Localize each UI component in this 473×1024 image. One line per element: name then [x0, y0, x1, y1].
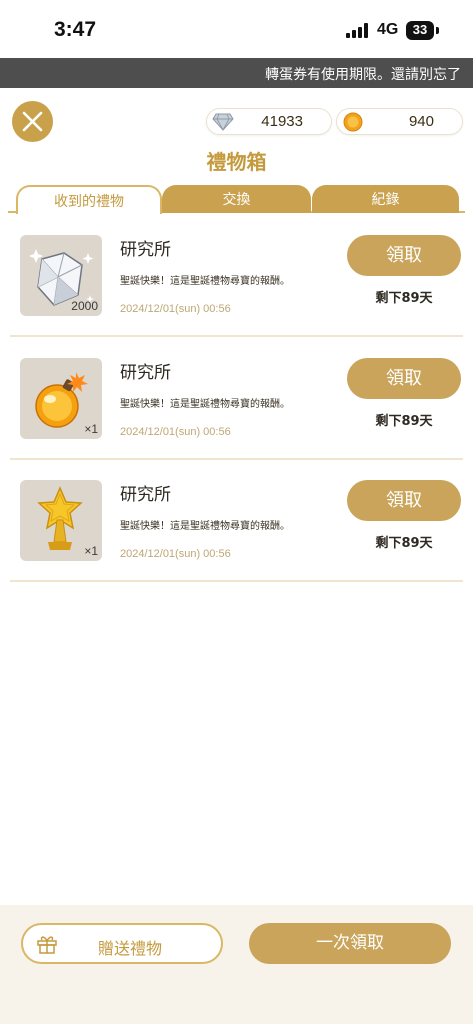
status-time: 3:47	[54, 18, 97, 41]
gift-list-item: ×1 研究所 聖誕快樂！這是聖誕禮物尋寶的報酬。 2024/12/01(sun)…	[10, 338, 463, 460]
gift-thumbnail: ×1	[20, 480, 102, 561]
gift-remaining-days: 剩下89天	[375, 414, 433, 429]
page-title: 禮物箱	[206, 150, 267, 174]
gift-thumbnail: ×1	[20, 358, 102, 439]
battery-level: 33	[412, 22, 428, 37]
bottom-action-bar: 贈送禮物 一次領取	[0, 905, 473, 1024]
coin-balance: 940	[336, 108, 463, 135]
gift-quantity: ×1	[84, 422, 98, 436]
gift-sender: 研究所	[120, 240, 171, 260]
gift-sender: 研究所	[120, 485, 171, 505]
gift-quantity: 2000	[71, 299, 98, 313]
gift-date: 2024/12/01(sun) 00:56	[120, 426, 231, 438]
coin-count: 940	[408, 113, 434, 130]
send-gift-button[interactable]: 贈送禮物	[21, 923, 223, 964]
gift-description: 聖誕快樂！這是聖誕禮物尋寶的報酬。	[120, 399, 290, 410]
gift-description: 聖誕快樂！這是聖誕禮物尋寶的報酬。	[120, 521, 290, 532]
tab-exchange[interactable]: 交換	[162, 185, 311, 213]
gift-remaining-days: 剩下89天	[375, 536, 433, 551]
gift-thumbnail: 2000	[20, 235, 102, 316]
claim-button[interactable]: 領取	[347, 235, 461, 276]
claim-button[interactable]: 領取	[347, 480, 461, 521]
gem-balance: 41933	[206, 108, 332, 135]
claim-button[interactable]: 領取	[347, 358, 461, 399]
tab-history[interactable]: 紀錄	[312, 185, 459, 213]
send-gift-label: 贈送禮物	[98, 939, 163, 958]
gift-sender: 研究所	[120, 363, 171, 383]
gift-date: 2024/12/01(sun) 00:56	[120, 303, 231, 315]
gift-date: 2024/12/01(sun) 00:56	[120, 548, 231, 560]
gem-icon	[212, 113, 234, 131]
signal-icon	[346, 23, 372, 38]
gift-remaining-days: 剩下89天	[375, 291, 433, 306]
gift-list-item: 2000 研究所 聖誕快樂！這是聖誕禮物尋寶的報酬。 2024/12/01(su…	[10, 215, 463, 337]
status-bar: 3:47 4G 33	[0, 0, 473, 58]
claim-all-button[interactable]: 一次領取	[249, 923, 451, 964]
gift-description: 聖誕快樂！這是聖誕禮物尋寶的報酬。	[120, 276, 290, 287]
coin-icon	[343, 112, 363, 132]
close-button[interactable]	[12, 101, 53, 142]
tab-received-gifts[interactable]: 收到的禮物	[16, 185, 162, 214]
network-label: 4G	[377, 21, 399, 38]
notice-ticker: 轉蛋券有使用期限。還請別忘了	[0, 58, 473, 88]
gem-count: 41933	[261, 113, 303, 130]
battery-icon: 33	[406, 21, 434, 40]
gift-list-item: ×1 研究所 聖誕快樂！這是聖誕禮物尋寶的報酬。 2024/12/01(sun)…	[10, 460, 463, 582]
battery-tip	[436, 27, 439, 34]
gift-box-icon	[37, 936, 57, 954]
close-icon	[22, 111, 43, 132]
gift-quantity: ×1	[84, 544, 98, 558]
ticker-text: 轉蛋券有使用期限。還請別忘了	[265, 67, 461, 83]
